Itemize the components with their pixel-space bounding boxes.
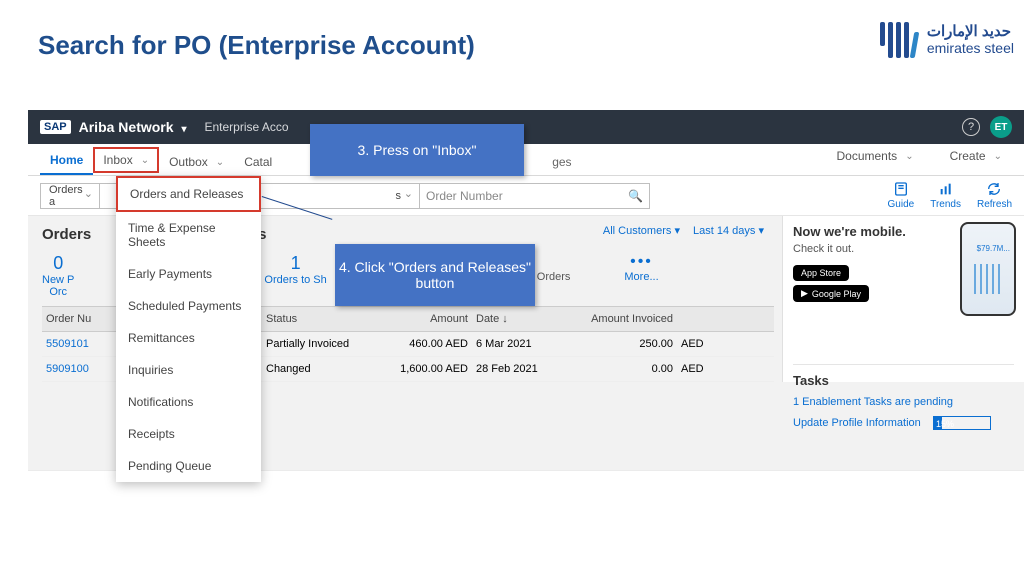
profile-progress: 15%	[933, 416, 991, 430]
dd-notifications[interactable]: Notifications	[116, 386, 261, 418]
filter-links: All Customers ▾ Last 14 days ▾	[593, 224, 764, 237]
refresh-icon	[986, 181, 1002, 197]
pending-tasks-link[interactable]: 1 Enablement Tasks are pending	[793, 396, 1014, 408]
nav-truncated[interactable]: ges	[542, 147, 581, 175]
col-date[interactable]: Date ↓	[472, 313, 567, 325]
chevron-down-icon: ⌄	[905, 151, 913, 162]
app-store-button[interactable]: App Store	[793, 265, 849, 281]
chevron-down-icon: ▾	[181, 124, 186, 135]
order-link[interactable]: 5509101	[42, 338, 122, 350]
nav-inbox[interactable]: Inbox ⌄	[93, 147, 159, 173]
col-amount-invoiced[interactable]: Amount Invoiced	[567, 313, 677, 325]
dd-early-payments[interactable]: Early Payments	[116, 258, 261, 290]
trends-link[interactable]: Trends	[930, 181, 961, 210]
dd-pending-queue[interactable]: Pending Queue	[116, 450, 261, 482]
phone-mockup: $79.7M...	[960, 222, 1016, 316]
brand-text: حديد الإمارات emirates steel	[927, 24, 1014, 56]
google-play-button[interactable]: ▶ Google Play	[793, 285, 869, 302]
kpi-new-po[interactable]: 0 New POrc	[42, 253, 74, 298]
account-type-label: Enterprise Acco	[204, 120, 288, 134]
product-name[interactable]: Ariba Network ▾	[79, 119, 187, 135]
guide-icon	[893, 181, 909, 197]
col-status[interactable]: Status	[262, 313, 382, 325]
topbar: SAP Ariba Network ▾ Enterprise Acco ? ET	[28, 110, 1024, 144]
tasks-title: Tasks	[793, 373, 1014, 388]
callout-step-3: 3. Press on "Inbox"	[310, 124, 524, 176]
inbox-dropdown: Orders and Releases Time & Expense Sheet…	[116, 176, 261, 482]
dd-inquiries[interactable]: Inquiries	[116, 354, 261, 386]
brand-icon-bars	[880, 22, 917, 58]
slide-title: Search for PO (Enterprise Account)	[38, 30, 475, 61]
bar-chart-icon	[938, 181, 954, 197]
filter-last-14-days[interactable]: Last 14 days ▾	[693, 225, 764, 237]
col-order-number[interactable]: Order Nu	[42, 313, 122, 325]
kpi-orders[interactable]: Orders	[537, 271, 571, 283]
dd-orders-and-releases[interactable]: Orders and Releases	[116, 176, 261, 212]
avatar[interactable]: ET	[990, 116, 1012, 138]
filter-all-customers[interactable]: All Customers ▾	[603, 225, 680, 237]
brand-logo: حديد الإمارات emirates steel	[880, 22, 1014, 58]
search-type-select[interactable]: Orders a	[40, 183, 100, 209]
search-icon[interactable]: 🔍	[628, 189, 643, 203]
guide-link[interactable]: Guide	[888, 181, 915, 210]
search-placeholder: Order Number	[426, 189, 503, 203]
dd-remittances[interactable]: Remittances	[116, 322, 261, 354]
dd-time-expense[interactable]: Time & Expense Sheets	[116, 212, 261, 258]
help-icon[interactable]: ?	[962, 118, 980, 136]
update-profile-link[interactable]: Update Profile Information	[793, 417, 921, 429]
dd-receipts[interactable]: Receipts	[116, 418, 261, 450]
side-panel: Now we're mobile. Check it out. App Stor…	[782, 216, 1024, 382]
chevron-down-icon: ⌄	[141, 155, 149, 166]
refresh-link[interactable]: Refresh	[977, 181, 1012, 210]
main-nav: Home Inbox ⌄ Outbox ⌄ Catal ges Document…	[28, 144, 1024, 176]
nav-home[interactable]: Home	[40, 145, 93, 175]
col-amount[interactable]: Amount	[382, 313, 472, 325]
nav-catalogs[interactable]: Catal	[234, 147, 282, 175]
order-link[interactable]: 5909100	[42, 363, 122, 375]
nav-documents[interactable]: Documents ⌄	[826, 141, 923, 169]
more-dots-icon: •••	[624, 253, 658, 271]
nav-outbox[interactable]: Outbox ⌄	[159, 147, 234, 175]
chevron-down-icon: ⌄	[216, 157, 224, 168]
caret-down-icon: ▾	[674, 225, 680, 237]
dd-scheduled-payments[interactable]: Scheduled Payments	[116, 290, 261, 322]
caret-down-icon: ▾	[758, 225, 764, 237]
order-number-search[interactable]: Order Number 🔍	[420, 183, 650, 209]
kpi-more[interactable]: ••• More...	[624, 253, 658, 283]
chevron-down-icon: ⌄	[994, 151, 1002, 162]
nav-create[interactable]: Create ⌄	[940, 141, 1012, 169]
sap-logo: SAP	[40, 120, 71, 134]
callout-step-4: 4. Click "Orders and Releases" button	[335, 244, 535, 306]
